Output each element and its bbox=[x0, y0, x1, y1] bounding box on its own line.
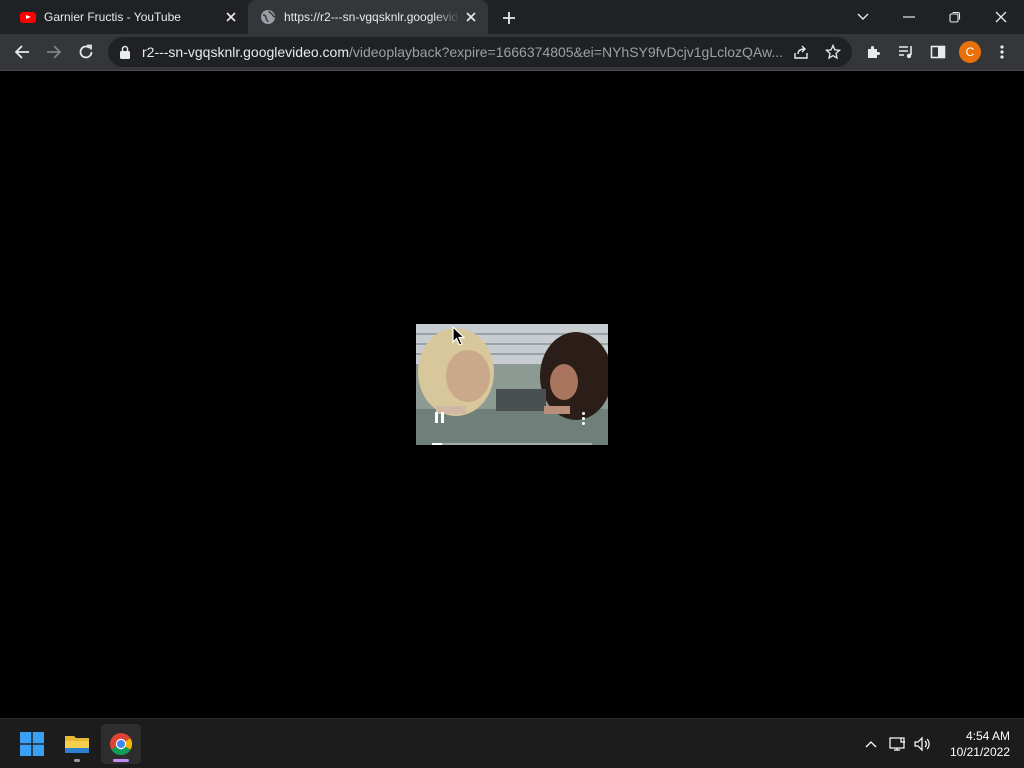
running-indicator bbox=[74, 759, 80, 762]
extensions-button[interactable] bbox=[860, 38, 888, 66]
video-frame bbox=[416, 324, 608, 445]
progress-fill bbox=[432, 443, 442, 445]
active-indicator bbox=[113, 759, 129, 762]
folder-icon bbox=[65, 736, 89, 753]
network-icon bbox=[889, 737, 905, 751]
profile-avatar[interactable]: C bbox=[959, 41, 981, 63]
star-icon bbox=[825, 44, 841, 60]
minimize-icon bbox=[903, 16, 915, 18]
video-player[interactable] bbox=[416, 324, 608, 445]
system-clock[interactable]: 4:54 AM 10/21/2022 bbox=[934, 728, 1010, 760]
address-bar[interactable]: r2---sn-vgqsknlr.googlevideo.com/videopl… bbox=[108, 37, 852, 67]
tab-title: https://r2---sn-vgqsknlr.googlevideo.com… bbox=[284, 10, 460, 24]
puzzle-icon bbox=[868, 46, 880, 58]
media-control-button[interactable] bbox=[892, 38, 920, 66]
page-content bbox=[0, 71, 1024, 718]
reload-button[interactable] bbox=[72, 38, 100, 66]
youtube-icon bbox=[20, 11, 36, 23]
minimize-button[interactable] bbox=[886, 0, 932, 34]
mouse-cursor-icon bbox=[452, 326, 466, 346]
file-explorer-button[interactable] bbox=[57, 724, 97, 764]
side-panel-button[interactable] bbox=[924, 38, 952, 66]
side-panel-icon bbox=[930, 45, 946, 59]
tab-search-button[interactable] bbox=[840, 0, 886, 34]
clock-time: 4:54 AM bbox=[965, 729, 1010, 743]
close-tab-icon[interactable] bbox=[464, 10, 478, 24]
bookmark-button[interactable] bbox=[824, 43, 842, 61]
arrow-right-icon bbox=[47, 45, 62, 59]
url-host: r2---sn-vgqsknlr.googlevideo.com bbox=[142, 44, 349, 60]
tab-strip: Garnier Fructis - YouTube https://r2---s… bbox=[0, 0, 1024, 34]
chevron-up-icon bbox=[865, 741, 877, 748]
more-vertical-icon bbox=[1000, 45, 1004, 59]
plus-icon bbox=[503, 12, 515, 24]
restore-button[interactable] bbox=[932, 0, 978, 34]
restore-icon bbox=[949, 11, 961, 23]
start-button[interactable] bbox=[12, 724, 52, 764]
arrow-left-icon bbox=[14, 45, 29, 59]
chrome-taskbar-button[interactable] bbox=[101, 724, 141, 764]
menu-button[interactable] bbox=[988, 38, 1016, 66]
share-icon bbox=[794, 45, 808, 59]
tab-title: Garnier Fructis - YouTube bbox=[44, 10, 181, 24]
url-path: /videoplayback?expire=1666374805&ei=NYhS… bbox=[348, 44, 782, 60]
new-tab-button[interactable] bbox=[498, 7, 520, 29]
windows-logo-icon bbox=[20, 732, 44, 756]
windows-taskbar: 4:54 AM 10/21/2022 bbox=[0, 718, 1024, 768]
video-options-button[interactable] bbox=[578, 412, 588, 426]
tab-youtube[interactable]: Garnier Fructis - YouTube bbox=[8, 0, 248, 34]
close-icon bbox=[995, 11, 1007, 23]
music-queue-icon bbox=[899, 46, 912, 59]
network-button[interactable] bbox=[888, 734, 908, 754]
volume-button[interactable] bbox=[913, 734, 933, 754]
pause-button[interactable] bbox=[432, 412, 446, 426]
tab-videoplayback[interactable]: https://r2---sn-vgqsknlr.googlevideo.com… bbox=[248, 0, 488, 34]
url-text[interactable]: r2---sn-vgqsknlr.googlevideo.com/videopl… bbox=[142, 37, 782, 67]
back-button[interactable] bbox=[8, 38, 36, 66]
reload-icon bbox=[79, 44, 93, 59]
show-hidden-icons-button[interactable] bbox=[861, 734, 881, 754]
forward-button[interactable] bbox=[40, 38, 68, 66]
browser-toolbar: r2---sn-vgqsknlr.googlevideo.com/videopl… bbox=[0, 34, 1024, 71]
chrome-icon bbox=[110, 733, 132, 755]
share-button[interactable] bbox=[792, 43, 810, 61]
close-window-button[interactable] bbox=[978, 0, 1024, 34]
globe-icon bbox=[261, 10, 276, 24]
progress-bar[interactable] bbox=[432, 443, 592, 445]
lock-icon[interactable] bbox=[119, 45, 131, 59]
close-tab-icon[interactable] bbox=[224, 10, 238, 24]
clock-date: 10/21/2022 bbox=[949, 745, 1010, 759]
chevron-down-icon bbox=[857, 13, 869, 20]
speaker-icon bbox=[914, 736, 930, 752]
